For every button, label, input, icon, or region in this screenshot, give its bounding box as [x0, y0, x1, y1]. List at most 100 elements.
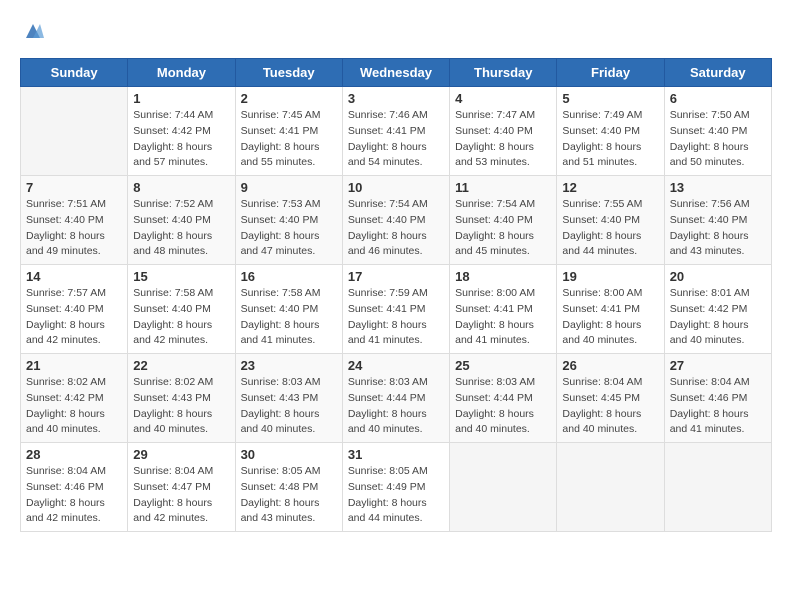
day-info: Sunrise: 8:02 AM Sunset: 4:43 PM Dayligh…	[133, 375, 229, 438]
sunset-text: Sunset: 4:40 PM	[562, 214, 640, 226]
sunset-text: Sunset: 4:40 PM	[670, 125, 748, 137]
day-info: Sunrise: 7:58 AM Sunset: 4:40 PM Dayligh…	[241, 286, 337, 349]
day-info: Sunrise: 7:54 AM Sunset: 4:40 PM Dayligh…	[455, 197, 551, 260]
calendar-cell	[450, 443, 557, 532]
calendar-cell: 2 Sunrise: 7:45 AM Sunset: 4:41 PM Dayli…	[235, 87, 342, 176]
daylight-text: Daylight: 8 hours and 42 minutes.	[133, 497, 212, 525]
calendar-cell: 4 Sunrise: 7:47 AM Sunset: 4:40 PM Dayli…	[450, 87, 557, 176]
sunset-text: Sunset: 4:49 PM	[348, 481, 426, 493]
daylight-text: Daylight: 8 hours and 42 minutes.	[133, 319, 212, 347]
sunrise-text: Sunrise: 7:51 AM	[26, 198, 106, 210]
day-number: 21	[26, 358, 122, 373]
day-info: Sunrise: 7:55 AM Sunset: 4:40 PM Dayligh…	[562, 197, 658, 260]
day-number: 18	[455, 269, 551, 284]
calendar-cell: 30 Sunrise: 8:05 AM Sunset: 4:48 PM Dayl…	[235, 443, 342, 532]
sunrise-text: Sunrise: 7:54 AM	[348, 198, 428, 210]
day-info: Sunrise: 7:52 AM Sunset: 4:40 PM Dayligh…	[133, 197, 229, 260]
day-info: Sunrise: 7:45 AM Sunset: 4:41 PM Dayligh…	[241, 108, 337, 171]
sunrise-text: Sunrise: 8:03 AM	[241, 376, 321, 388]
daylight-text: Daylight: 8 hours and 44 minutes.	[348, 497, 427, 525]
sunrise-text: Sunrise: 7:50 AM	[670, 109, 750, 121]
calendar-cell: 10 Sunrise: 7:54 AM Sunset: 4:40 PM Dayl…	[342, 176, 449, 265]
day-info: Sunrise: 8:01 AM Sunset: 4:42 PM Dayligh…	[670, 286, 766, 349]
day-info: Sunrise: 7:47 AM Sunset: 4:40 PM Dayligh…	[455, 108, 551, 171]
sunrise-text: Sunrise: 7:53 AM	[241, 198, 321, 210]
daylight-text: Daylight: 8 hours and 41 minutes.	[455, 319, 534, 347]
calendar-weekday-wednesday: Wednesday	[342, 59, 449, 87]
sunset-text: Sunset: 4:44 PM	[348, 392, 426, 404]
sunrise-text: Sunrise: 8:00 AM	[455, 287, 535, 299]
calendar-week-row: 28 Sunrise: 8:04 AM Sunset: 4:46 PM Dayl…	[21, 443, 772, 532]
daylight-text: Daylight: 8 hours and 41 minutes.	[241, 319, 320, 347]
sunset-text: Sunset: 4:46 PM	[670, 392, 748, 404]
calendar-cell: 14 Sunrise: 7:57 AM Sunset: 4:40 PM Dayl…	[21, 265, 128, 354]
day-info: Sunrise: 7:54 AM Sunset: 4:40 PM Dayligh…	[348, 197, 444, 260]
sunset-text: Sunset: 4:40 PM	[348, 214, 426, 226]
day-number: 31	[348, 447, 444, 462]
day-info: Sunrise: 8:05 AM Sunset: 4:48 PM Dayligh…	[241, 464, 337, 527]
day-info: Sunrise: 7:59 AM Sunset: 4:41 PM Dayligh…	[348, 286, 444, 349]
daylight-text: Daylight: 8 hours and 41 minutes.	[348, 319, 427, 347]
sunrise-text: Sunrise: 7:45 AM	[241, 109, 321, 121]
day-number: 24	[348, 358, 444, 373]
day-info: Sunrise: 8:02 AM Sunset: 4:42 PM Dayligh…	[26, 375, 122, 438]
calendar-cell	[21, 87, 128, 176]
day-number: 5	[562, 91, 658, 106]
daylight-text: Daylight: 8 hours and 43 minutes.	[670, 230, 749, 258]
daylight-text: Daylight: 8 hours and 49 minutes.	[26, 230, 105, 258]
day-number: 28	[26, 447, 122, 462]
sunset-text: Sunset: 4:40 PM	[241, 303, 319, 315]
calendar-weekday-monday: Monday	[128, 59, 235, 87]
sunrise-text: Sunrise: 8:05 AM	[348, 465, 428, 477]
calendar-cell: 12 Sunrise: 7:55 AM Sunset: 4:40 PM Dayl…	[557, 176, 664, 265]
sunset-text: Sunset: 4:40 PM	[670, 214, 748, 226]
daylight-text: Daylight: 8 hours and 40 minutes.	[562, 319, 641, 347]
sunrise-text: Sunrise: 7:47 AM	[455, 109, 535, 121]
day-number: 29	[133, 447, 229, 462]
day-number: 1	[133, 91, 229, 106]
day-number: 11	[455, 180, 551, 195]
day-number: 20	[670, 269, 766, 284]
day-number: 13	[670, 180, 766, 195]
day-number: 14	[26, 269, 122, 284]
day-info: Sunrise: 8:04 AM Sunset: 4:47 PM Dayligh…	[133, 464, 229, 527]
day-info: Sunrise: 8:00 AM Sunset: 4:41 PM Dayligh…	[562, 286, 658, 349]
sunrise-text: Sunrise: 8:00 AM	[562, 287, 642, 299]
day-info: Sunrise: 8:03 AM Sunset: 4:44 PM Dayligh…	[455, 375, 551, 438]
day-number: 4	[455, 91, 551, 106]
day-info: Sunrise: 7:49 AM Sunset: 4:40 PM Dayligh…	[562, 108, 658, 171]
daylight-text: Daylight: 8 hours and 51 minutes.	[562, 141, 641, 169]
sunrise-text: Sunrise: 7:58 AM	[241, 287, 321, 299]
calendar-weekday-friday: Friday	[557, 59, 664, 87]
sunset-text: Sunset: 4:46 PM	[26, 481, 104, 493]
daylight-text: Daylight: 8 hours and 40 minutes.	[133, 408, 212, 436]
day-number: 27	[670, 358, 766, 373]
daylight-text: Daylight: 8 hours and 40 minutes.	[670, 319, 749, 347]
daylight-text: Daylight: 8 hours and 44 minutes.	[562, 230, 641, 258]
daylight-text: Daylight: 8 hours and 42 minutes.	[26, 319, 105, 347]
sunset-text: Sunset: 4:41 PM	[562, 303, 640, 315]
calendar-cell: 22 Sunrise: 8:02 AM Sunset: 4:43 PM Dayl…	[128, 354, 235, 443]
calendar-cell	[664, 443, 771, 532]
calendar-cell: 23 Sunrise: 8:03 AM Sunset: 4:43 PM Dayl…	[235, 354, 342, 443]
calendar-cell: 29 Sunrise: 8:04 AM Sunset: 4:47 PM Dayl…	[128, 443, 235, 532]
daylight-text: Daylight: 8 hours and 42 minutes.	[26, 497, 105, 525]
sunrise-text: Sunrise: 7:49 AM	[562, 109, 642, 121]
sunrise-text: Sunrise: 8:02 AM	[133, 376, 213, 388]
calendar-cell: 27 Sunrise: 8:04 AM Sunset: 4:46 PM Dayl…	[664, 354, 771, 443]
sunset-text: Sunset: 4:43 PM	[133, 392, 211, 404]
calendar-cell: 3 Sunrise: 7:46 AM Sunset: 4:41 PM Dayli…	[342, 87, 449, 176]
calendar-cell: 5 Sunrise: 7:49 AM Sunset: 4:40 PM Dayli…	[557, 87, 664, 176]
day-info: Sunrise: 8:03 AM Sunset: 4:44 PM Dayligh…	[348, 375, 444, 438]
sunset-text: Sunset: 4:42 PM	[670, 303, 748, 315]
daylight-text: Daylight: 8 hours and 40 minutes.	[455, 408, 534, 436]
daylight-text: Daylight: 8 hours and 55 minutes.	[241, 141, 320, 169]
calendar-week-row: 21 Sunrise: 8:02 AM Sunset: 4:42 PM Dayl…	[21, 354, 772, 443]
sunset-text: Sunset: 4:45 PM	[562, 392, 640, 404]
day-info: Sunrise: 8:03 AM Sunset: 4:43 PM Dayligh…	[241, 375, 337, 438]
day-number: 7	[26, 180, 122, 195]
calendar-cell: 13 Sunrise: 7:56 AM Sunset: 4:40 PM Dayl…	[664, 176, 771, 265]
daylight-text: Daylight: 8 hours and 48 minutes.	[133, 230, 212, 258]
calendar-cell: 11 Sunrise: 7:54 AM Sunset: 4:40 PM Dayl…	[450, 176, 557, 265]
daylight-text: Daylight: 8 hours and 50 minutes.	[670, 141, 749, 169]
